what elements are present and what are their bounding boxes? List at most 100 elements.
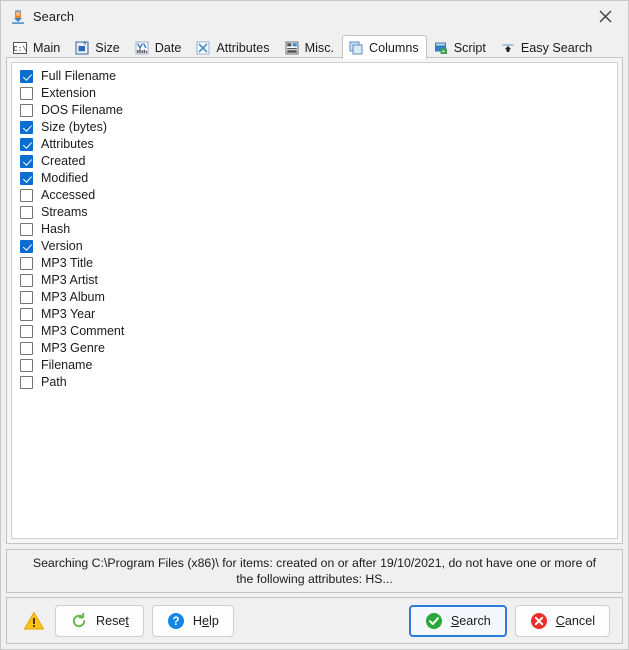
tab-label: Size: [95, 40, 120, 55]
list-item-label: MP3 Comment: [41, 324, 125, 338]
misc-icon: [284, 40, 300, 56]
list-item[interactable]: Modified: [20, 170, 617, 187]
columns-list[interactable]: Full Filename Extension DOS Filename Siz…: [11, 62, 618, 539]
tab-script[interactable]: Script: [427, 35, 494, 59]
warning-triangle-icon: [23, 610, 45, 632]
checkbox[interactable]: [20, 325, 33, 338]
search-summary-panel: Searching C:\Program Files (x86)\ for it…: [6, 549, 623, 593]
checkbox[interactable]: [20, 189, 33, 202]
cancel-button[interactable]: Cancel: [514, 604, 610, 637]
easy-search-icon: [500, 40, 516, 56]
search-dialog-window: Search C:\ Main Size Date Attributes Mis…: [0, 0, 629, 650]
list-item-label: DOS Filename: [41, 103, 123, 117]
list-item-label: Hash: [41, 222, 71, 236]
list-item[interactable]: Attributes: [20, 136, 617, 153]
dialog-button-bar: Reset ? Help Search Cancel: [6, 597, 623, 644]
title-bar: Search: [1, 1, 628, 32]
tab-label: Main: [33, 40, 61, 55]
tab-attributes[interactable]: Attributes: [189, 35, 277, 59]
checkbox[interactable]: [20, 223, 33, 236]
tab-label: Misc.: [304, 40, 334, 55]
reset-button-label: Reset: [96, 613, 129, 628]
columns-icon: [348, 40, 364, 56]
cancel-circle-icon: [530, 612, 548, 630]
list-item-label: Size (bytes): [41, 120, 107, 134]
list-item[interactable]: MP3 Year: [20, 306, 617, 323]
date-chart-icon: [134, 40, 150, 56]
checkbox[interactable]: [20, 172, 33, 185]
checkbox[interactable]: [20, 121, 33, 134]
checkbox[interactable]: [20, 376, 33, 389]
cancel-button-label: Cancel: [555, 613, 595, 628]
list-item[interactable]: Created: [20, 153, 617, 170]
columns-tab-panel: Full Filename Extension DOS Filename Siz…: [6, 57, 623, 544]
svg-text:?: ?: [172, 616, 179, 628]
question-icon: ?: [167, 612, 185, 630]
tab-label: Date: [154, 40, 182, 55]
list-item-label: Streams: [41, 205, 88, 219]
list-item[interactable]: MP3 Genre: [20, 340, 617, 357]
checkbox[interactable]: [20, 240, 33, 253]
tab-main[interactable]: C:\ Main: [6, 35, 68, 59]
checkbox[interactable]: [20, 104, 33, 117]
list-item[interactable]: Size (bytes): [20, 119, 617, 136]
reset-button[interactable]: Reset: [55, 604, 144, 637]
list-item[interactable]: Path: [20, 374, 617, 391]
list-item[interactable]: Full Filename: [20, 68, 617, 85]
close-icon[interactable]: [583, 1, 628, 32]
list-item[interactable]: MP3 Album: [20, 289, 617, 306]
list-item-label: MP3 Album: [41, 290, 105, 304]
list-item[interactable]: MP3 Artist: [20, 272, 617, 289]
list-item-label: Extension: [41, 86, 96, 100]
list-item[interactable]: DOS Filename: [20, 102, 617, 119]
tab-size[interactable]: Size: [68, 35, 128, 59]
checkbox[interactable]: [20, 308, 33, 321]
list-item-label: Version: [41, 239, 83, 253]
list-item-label: MP3 Year: [41, 307, 96, 321]
checkbox[interactable]: [20, 87, 33, 100]
list-item-label: MP3 Genre: [41, 341, 105, 355]
list-item[interactable]: MP3 Comment: [20, 323, 617, 340]
search-summary-line-2: the following attributes: HS...: [236, 572, 393, 586]
list-item[interactable]: Version: [20, 238, 617, 255]
list-item[interactable]: Accessed: [20, 187, 617, 204]
checkbox[interactable]: [20, 206, 33, 219]
search-button-label: Search: [450, 613, 491, 628]
checkbox[interactable]: [20, 342, 33, 355]
tab-date[interactable]: Date: [128, 35, 190, 59]
console-icon: C:\: [12, 40, 28, 56]
check-circle-icon: [425, 612, 443, 630]
tab-misc[interactable]: Misc.: [278, 35, 342, 59]
list-item[interactable]: MP3 Title: [20, 255, 617, 272]
list-item-label: Full Filename: [41, 69, 117, 83]
list-item[interactable]: Streams: [20, 204, 617, 221]
help-button[interactable]: ? Help: [151, 604, 234, 637]
list-item-label: Created: [41, 154, 86, 168]
tab-easy-search[interactable]: Easy Search: [494, 35, 600, 59]
list-item-label: MP3 Title: [41, 256, 94, 270]
checkbox[interactable]: [20, 257, 33, 270]
help-button-label: Help: [192, 613, 219, 628]
search-summary-line-1: Searching C:\Program Files (x86)\ for it…: [32, 556, 597, 570]
list-item[interactable]: Hash: [20, 221, 617, 238]
tab-label: Attributes: [216, 40, 270, 55]
checkbox[interactable]: [20, 70, 33, 83]
checkbox[interactable]: [20, 274, 33, 287]
checkbox[interactable]: [20, 138, 33, 151]
checkbox[interactable]: [20, 291, 33, 304]
attributes-icon: [195, 40, 211, 56]
list-item-label: Attributes: [41, 137, 94, 151]
list-item[interactable]: Filename: [20, 357, 617, 374]
list-item[interactable]: Extension: [20, 85, 617, 102]
refresh-icon: [70, 612, 88, 630]
tab-strip: C:\ Main Size Date Attributes Misc. Colu…: [1, 32, 628, 59]
svg-text:C:\: C:\: [13, 46, 27, 54]
tab-label: Easy Search: [520, 40, 593, 55]
tab-columns[interactable]: Columns: [342, 35, 427, 59]
script-icon: [433, 40, 449, 56]
search-button[interactable]: Search: [408, 604, 507, 637]
checkbox[interactable]: [20, 359, 33, 372]
checkbox[interactable]: [20, 155, 33, 168]
window-title: Search: [33, 9, 75, 24]
list-item-label: Accessed: [41, 188, 96, 202]
